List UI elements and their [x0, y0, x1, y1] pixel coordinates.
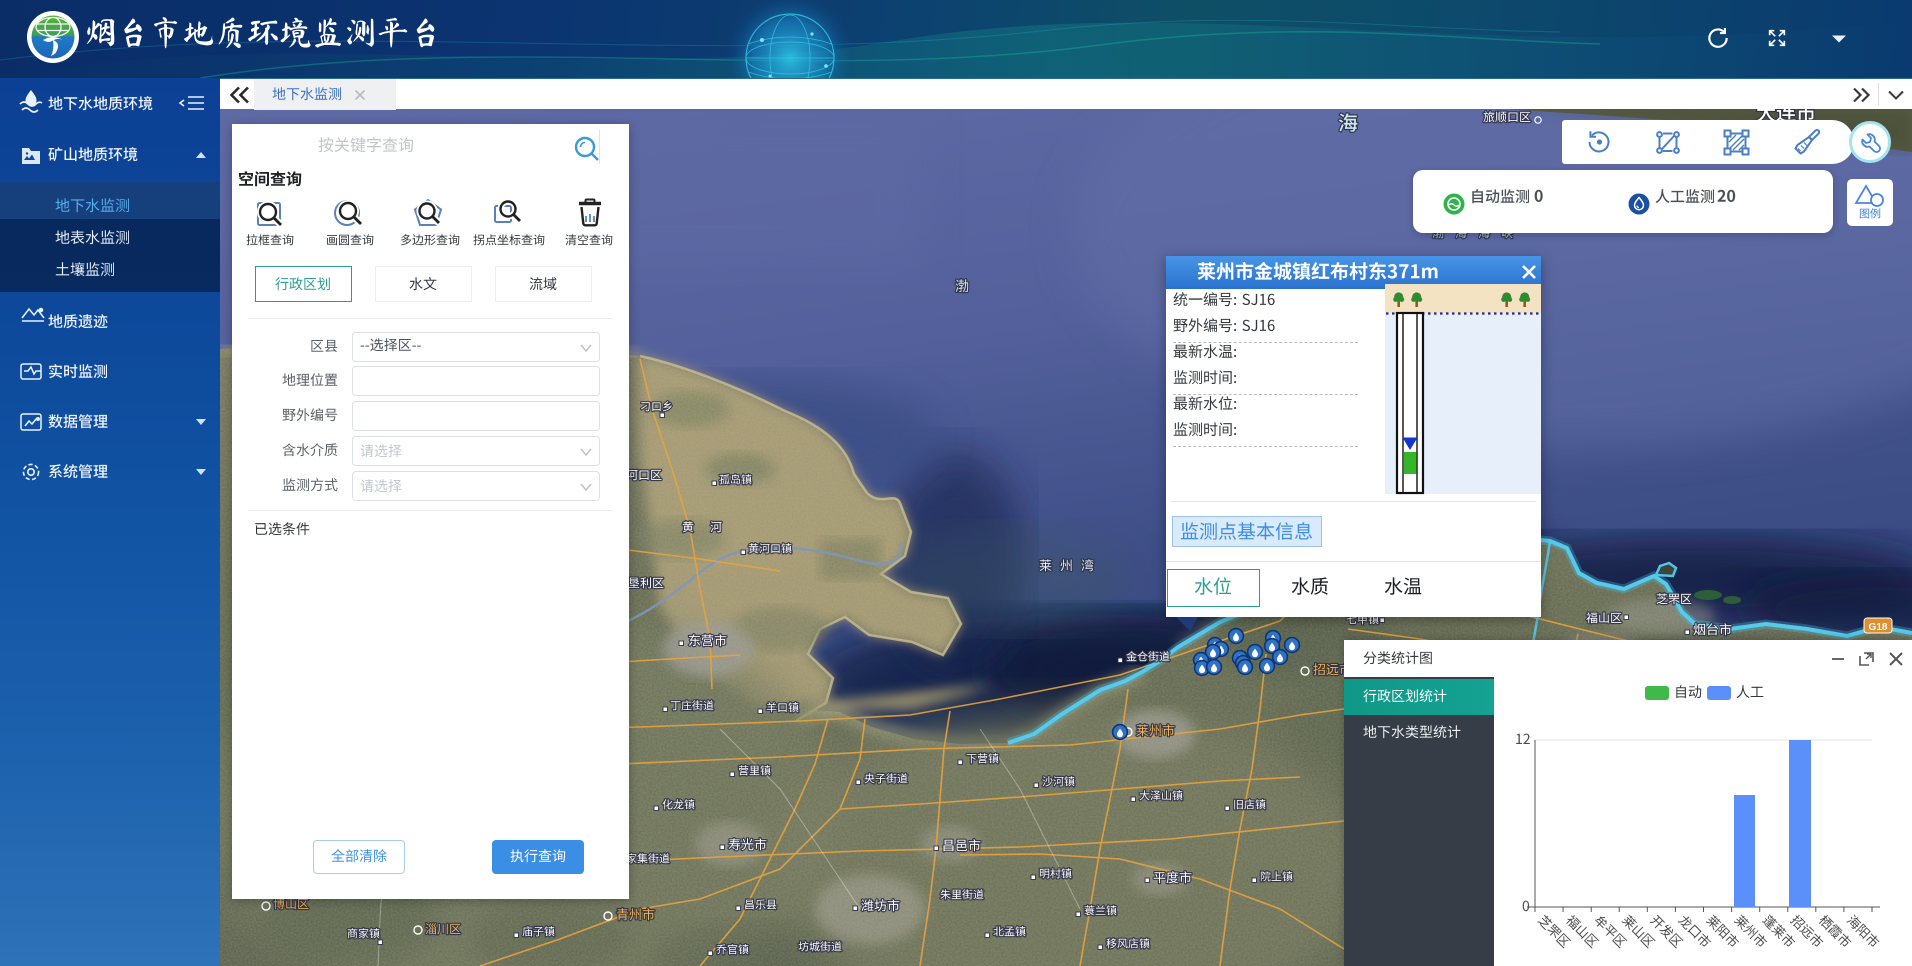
- svg-text:G18: G18: [1869, 622, 1888, 633]
